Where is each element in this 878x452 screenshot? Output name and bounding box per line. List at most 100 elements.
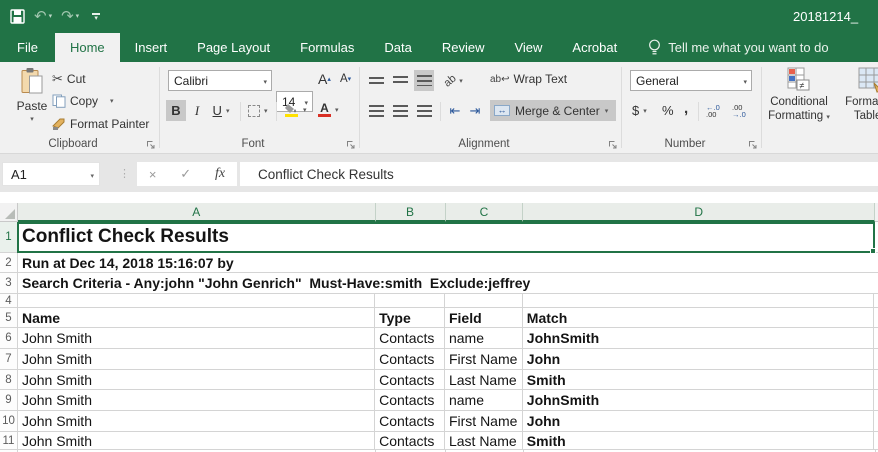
copy-button[interactable]: Copy ▾ bbox=[52, 94, 114, 108]
row-header-3[interactable]: 3 bbox=[0, 273, 18, 293]
cut-button[interactable]: ✂ Cut bbox=[52, 71, 86, 87]
fill-color-button[interactable]: ▾ bbox=[282, 99, 309, 120]
number-format-dropdown-icon[interactable]: ▾ bbox=[743, 78, 747, 86]
cell-c10[interactable]: First Name bbox=[445, 411, 523, 431]
tab-page-layout[interactable]: Page Layout bbox=[182, 33, 285, 62]
column-header-a[interactable]: A bbox=[17, 203, 376, 222]
row-header-8[interactable]: 8 bbox=[0, 370, 18, 389]
merge-center-dropdown-icon[interactable]: ▾ bbox=[605, 107, 609, 115]
tab-insert[interactable]: Insert bbox=[120, 33, 183, 62]
underline-button[interactable]: U ▾ bbox=[207, 100, 235, 121]
cell-b8[interactable]: Contacts bbox=[375, 370, 445, 389]
cell-b5[interactable]: Type bbox=[375, 308, 445, 327]
accounting-dropdown-icon[interactable]: ▾ bbox=[643, 107, 647, 115]
cell-d8[interactable]: Smith bbox=[523, 370, 874, 389]
wrap-text-button[interactable]: ab↩ Wrap Text bbox=[490, 72, 567, 86]
decrease-indent-button[interactable]: ⇤ bbox=[446, 100, 464, 121]
cell-a11[interactable]: John Smith bbox=[18, 432, 376, 449]
font-color-button[interactable]: A ▾ bbox=[316, 99, 341, 120]
cell-c8[interactable]: Last Name bbox=[445, 370, 523, 389]
cell-a5[interactable]: Name bbox=[18, 308, 376, 327]
row-header-9[interactable]: 9 bbox=[0, 390, 18, 410]
insert-function-icon[interactable]: fx bbox=[215, 166, 225, 182]
number-dialog-launcher-icon[interactable] bbox=[748, 139, 758, 149]
cell-a1[interactable]: Conflict Check Results bbox=[18, 222, 878, 252]
column-header-c[interactable]: C bbox=[445, 203, 524, 222]
cell-c6[interactable]: name bbox=[445, 328, 523, 348]
cell-a2[interactable]: Run at Dec 14, 2018 15:16:07 by bbox=[18, 253, 878, 272]
tab-data[interactable]: Data bbox=[369, 33, 426, 62]
cell-d4[interactable] bbox=[523, 294, 874, 307]
cell-c9[interactable]: name bbox=[445, 390, 523, 410]
conditional-formatting-button[interactable]: ≠ Conditional Formatting ▾ bbox=[766, 67, 832, 125]
format-painter-button[interactable]: Format Painter bbox=[52, 117, 149, 131]
tell-me-box[interactable]: Tell me what you want to do bbox=[648, 33, 829, 62]
fill-color-dropdown-icon[interactable]: ▾ bbox=[303, 106, 307, 114]
italic-button[interactable]: I bbox=[189, 100, 205, 121]
column-header-d[interactable]: D bbox=[523, 203, 875, 222]
increase-decimal-button[interactable]: ←.0.00 bbox=[704, 100, 722, 121]
row-header-1[interactable]: 1 bbox=[0, 222, 18, 252]
cell-b6[interactable]: Contacts bbox=[375, 328, 445, 348]
grow-font-button[interactable]: A ▴ bbox=[318, 71, 331, 87]
cell-a7[interactable]: John Smith bbox=[18, 349, 376, 369]
cell-d5[interactable]: Match bbox=[523, 308, 874, 327]
clipboard-dialog-launcher-icon[interactable] bbox=[146, 139, 156, 149]
name-box-dropdown-icon[interactable]: ▾ bbox=[90, 172, 94, 180]
row-header-5[interactable]: 5 bbox=[0, 308, 18, 327]
accounting-format-button[interactable]: $ ▾ bbox=[630, 100, 649, 121]
borders-button[interactable]: ▾ bbox=[246, 100, 270, 121]
tab-view[interactable]: View bbox=[499, 33, 557, 62]
cell-d6[interactable]: JohnSmith bbox=[523, 328, 874, 348]
cell-a4[interactable] bbox=[18, 294, 376, 307]
number-format-combo[interactable]: General ▾ bbox=[630, 70, 752, 91]
font-family-combo[interactable]: Calibri ▾ bbox=[168, 70, 272, 91]
tab-review[interactable]: Review bbox=[427, 33, 500, 62]
merge-center-button[interactable]: ↔ Merge & Center ▾ bbox=[490, 100, 616, 121]
undo-dropdown-icon[interactable]: ▾ bbox=[49, 13, 53, 20]
row-header-6[interactable]: 6 bbox=[0, 328, 18, 348]
middle-align-button[interactable] bbox=[390, 70, 410, 91]
formula-input[interactable]: Conflict Check Results bbox=[240, 162, 878, 186]
borders-dropdown-icon[interactable]: ▾ bbox=[264, 107, 268, 115]
bold-button[interactable]: B bbox=[166, 100, 186, 121]
row-header-11[interactable]: 11 bbox=[0, 432, 18, 449]
cell-a9[interactable]: John Smith bbox=[18, 390, 376, 410]
orientation-button[interactable]: ab ▾ bbox=[442, 70, 465, 91]
font-dialog-launcher-icon[interactable] bbox=[346, 139, 356, 149]
align-right-button[interactable] bbox=[414, 100, 434, 121]
bottom-align-button[interactable] bbox=[414, 70, 434, 91]
align-center-button[interactable] bbox=[390, 100, 410, 121]
undo-button[interactable]: ↶ ▾ bbox=[34, 9, 52, 24]
cell-c4[interactable] bbox=[445, 294, 523, 307]
format-as-table-button[interactable]: Format asTable ▾ bbox=[834, 67, 878, 125]
name-box[interactable]: A1 ▾ bbox=[2, 162, 100, 186]
cell-d11[interactable]: Smith bbox=[523, 432, 874, 449]
formula-bar-grip[interactable]: ⋮ bbox=[119, 167, 130, 180]
customize-qat-button[interactable]: ▾ bbox=[92, 12, 101, 22]
select-all-corner[interactable] bbox=[0, 203, 18, 222]
redo-button[interactable]: ↷ ▾ bbox=[61, 9, 79, 24]
cancel-entry-icon[interactable]: × bbox=[149, 167, 157, 182]
row-header-7[interactable]: 7 bbox=[0, 349, 18, 369]
underline-dropdown-icon[interactable]: ▾ bbox=[226, 107, 230, 115]
tab-formulas[interactable]: Formulas bbox=[285, 33, 369, 62]
confirm-entry-icon[interactable]: ✓ bbox=[180, 166, 191, 182]
column-header-b[interactable]: B bbox=[375, 203, 446, 222]
cell-a10[interactable]: John Smith bbox=[18, 411, 376, 431]
font-family-dropdown-icon[interactable]: ▾ bbox=[263, 78, 267, 86]
tab-file[interactable]: File bbox=[0, 33, 55, 62]
tab-acrobat[interactable]: Acrobat bbox=[557, 33, 632, 62]
cell-b11[interactable]: Contacts bbox=[375, 432, 445, 449]
cell-d10[interactable]: John bbox=[523, 411, 874, 431]
alignment-dialog-launcher-icon[interactable] bbox=[608, 139, 618, 149]
align-left-button[interactable] bbox=[366, 100, 386, 121]
shrink-font-button[interactable]: A ▾ bbox=[340, 73, 351, 85]
cell-b7[interactable]: Contacts bbox=[375, 349, 445, 369]
top-align-button[interactable] bbox=[366, 70, 386, 91]
comma-style-button[interactable]: , bbox=[682, 98, 690, 119]
tab-home[interactable]: Home bbox=[54, 33, 120, 62]
cell-a8[interactable]: John Smith bbox=[18, 370, 376, 389]
redo-dropdown-icon[interactable]: ▾ bbox=[76, 13, 80, 20]
cell-c11[interactable]: Last Name bbox=[445, 432, 523, 449]
